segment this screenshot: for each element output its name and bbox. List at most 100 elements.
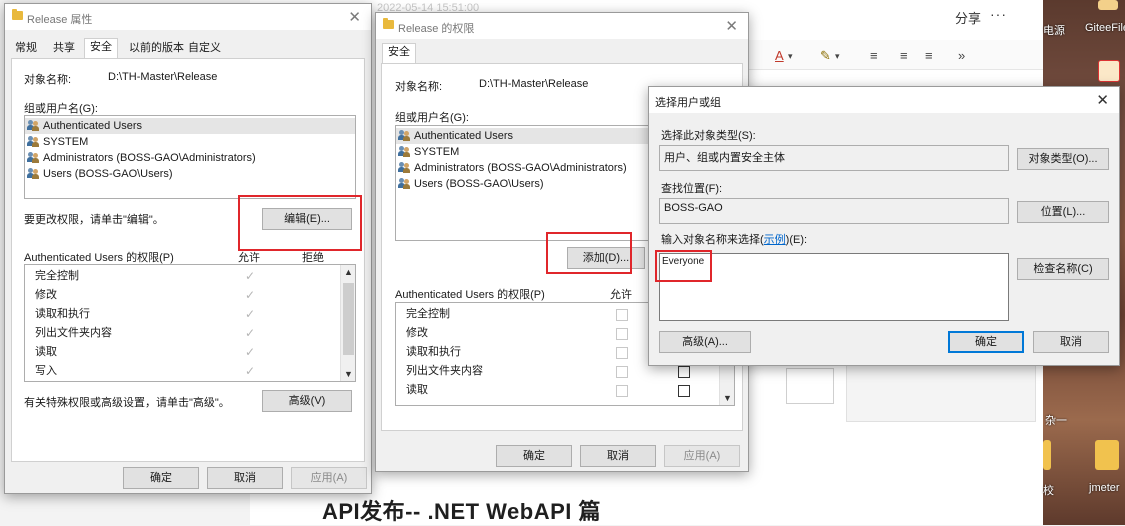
scrollbar-thumb[interactable] <box>343 283 354 355</box>
chevron-down-icon: ▼ <box>723 393 732 403</box>
edit-button[interactable]: 编辑(E)... <box>262 208 352 230</box>
user-list[interactable]: Authenticated Users SYSTEM Administrator… <box>24 115 356 199</box>
advanced-hint: 有关特殊权限或高级设置，请单击"高级"。 <box>24 397 230 409</box>
cancel-button[interactable]: 取消 <box>580 445 656 467</box>
permission-row: 写入 ✓ <box>25 362 355 381</box>
examples-link[interactable]: 示例 <box>764 234 786 246</box>
object-name-value: D:\TH-Master\Release <box>479 78 589 90</box>
tab-sharing[interactable]: 共享 <box>51 40 77 58</box>
apply-button[interactable]: 应用(A) <box>664 445 740 467</box>
folder-icon[interactable] <box>1043 440 1051 470</box>
object-types-button[interactable]: 对象类型(O)... <box>1017 148 1109 170</box>
ok-button[interactable]: 确定 <box>496 445 572 467</box>
numbered-list-icon[interactable]: ≡ <box>925 48 933 63</box>
deny-checkbox[interactable] <box>678 385 690 397</box>
check-icon: ✓ <box>245 345 256 359</box>
security-tab-panel: 对象名称: D:\TH-Master\Release 组或用户名(G): Aut… <box>11 58 365 462</box>
check-icon: ✓ <box>245 288 256 302</box>
permission-list: 完全控制 ✓ 修改 ✓ 读取和执行 ✓ 列出文件夹内容 ✓ 读取 ✓ 写入 ✓ ▲ ▼ <box>24 264 356 382</box>
tab-general[interactable]: 常规 <box>13 40 39 58</box>
permission-row: 读取 ✓ <box>25 343 355 362</box>
close-icon[interactable]: ✕ <box>1096 91 1109 109</box>
font-color-button[interactable]: A <box>775 48 784 63</box>
check-icon: ✓ <box>245 307 256 321</box>
allow-checkbox[interactable] <box>616 366 628 378</box>
scrollbar[interactable]: ▲ ▼ <box>340 265 355 381</box>
users-icon <box>27 136 40 147</box>
object-type-value: 用户、组或内置安全主体 <box>659 145 1009 171</box>
tab-security[interactable]: 安全 <box>84 38 118 58</box>
highlight-color-button[interactable]: ✎ <box>820 48 831 64</box>
permission-title: Authenticated Users 的权限(P) <box>24 252 174 264</box>
desktop-app-icon[interactable] <box>1098 0 1118 10</box>
desktop-label: 校 <box>1043 485 1054 497</box>
tab-security[interactable]: 安全 <box>382 43 416 63</box>
chevron-up-icon: ▲ <box>344 267 353 277</box>
desktop-label: GiteeFile <box>1085 22 1125 34</box>
ok-button[interactable]: 确定 <box>948 331 1024 353</box>
article-heading: API发布-- .NET WebAPI 篇 <box>322 499 601 524</box>
advanced-button[interactable]: 高级(V) <box>262 390 352 412</box>
tab-previous-versions[interactable]: 以前的版本 <box>127 40 186 58</box>
users-icon <box>398 178 411 189</box>
dialog-title: 选择用户或组 <box>655 97 721 109</box>
chevron-down-icon[interactable]: ▾ <box>835 51 840 62</box>
check-icon: ✓ <box>245 269 256 283</box>
allow-checkbox[interactable] <box>616 385 628 397</box>
desktop-label: 杂一 <box>1045 415 1067 427</box>
apply-button[interactable]: 应用(A) <box>291 467 367 489</box>
file-icon[interactable] <box>1098 60 1120 82</box>
dialog-title: Release 的权限 <box>398 23 475 35</box>
bullet-list-icon[interactable]: ≡ <box>900 48 908 63</box>
list-item[interactable]: SYSTEM <box>25 134 355 150</box>
document-panel-inner <box>786 368 834 404</box>
locations-button[interactable]: 位置(L)... <box>1017 201 1109 223</box>
folder-icon <box>12 9 23 20</box>
object-names-input[interactable]: Everyone <box>659 253 1009 321</box>
users-icon <box>27 120 40 131</box>
allow-header: 允许 <box>610 289 632 301</box>
permission-row: 列出文件夹内容 ✓ <box>25 324 355 343</box>
cancel-button[interactable]: 取消 <box>207 467 283 489</box>
permission-row: 修改 ✓ <box>25 286 355 305</box>
check-names-button[interactable]: 检查名称(C) <box>1017 258 1109 280</box>
desktop-label: 电源 <box>1043 25 1065 37</box>
allow-checkbox[interactable] <box>616 328 628 340</box>
object-type-label: 选择此对象类型(S): <box>661 130 756 142</box>
tab-customize[interactable]: 自定义 <box>186 40 223 58</box>
check-icon: ✓ <box>245 326 256 340</box>
advanced-button[interactable]: 高级(A)... <box>659 331 751 353</box>
cancel-button[interactable]: 取消 <box>1033 331 1109 353</box>
permission-title: Authenticated Users 的权限(P) <box>395 289 545 301</box>
dialog-title: Release 属性 <box>27 14 93 26</box>
allow-checkbox[interactable] <box>616 309 628 321</box>
document-panel <box>846 360 1036 422</box>
add-button[interactable]: 添加(D)... <box>567 247 645 269</box>
location-label: 查找位置(F): <box>661 183 723 195</box>
more-menu-icon[interactable]: ··· <box>990 6 1007 22</box>
enter-names-label: 输入对象名称来选择(示例)(E): <box>661 234 808 246</box>
align-icon[interactable]: ≡ <box>870 48 878 63</box>
close-icon[interactable]: ✕ <box>725 17 738 35</box>
folder-icon <box>383 18 394 29</box>
list-item[interactable]: Authenticated Users <box>25 118 355 134</box>
more-tools-icon[interactable]: » <box>958 48 965 63</box>
users-icon <box>398 162 411 173</box>
object-name-label: 对象名称: <box>395 81 443 93</box>
share-button[interactable]: 分享 <box>955 8 981 27</box>
deny-checkbox[interactable] <box>678 366 690 378</box>
allow-header: 允许 <box>238 252 260 264</box>
close-icon[interactable]: ✕ <box>348 8 361 26</box>
users-icon <box>27 168 40 179</box>
ok-button[interactable]: 确定 <box>123 467 199 489</box>
chevron-down-icon[interactable]: ▾ <box>788 51 793 62</box>
group-label: 组或用户名(G): <box>395 112 469 124</box>
list-item[interactable]: Administrators (BOSS-GAO\Administrators) <box>25 150 355 166</box>
allow-checkbox[interactable] <box>616 347 628 359</box>
group-label: 组或用户名(G): <box>24 103 98 115</box>
list-item[interactable]: Users (BOSS-GAO\Users) <box>25 166 355 182</box>
folder-icon[interactable] <box>1095 440 1119 470</box>
deny-header: 拒绝 <box>302 252 324 264</box>
permission-row: 完全控制 ✓ <box>25 267 355 286</box>
properties-dialog: Release 属性 ✕ 常规 共享 安全 以前的版本 自定义 对象名称: D:… <box>4 3 372 494</box>
